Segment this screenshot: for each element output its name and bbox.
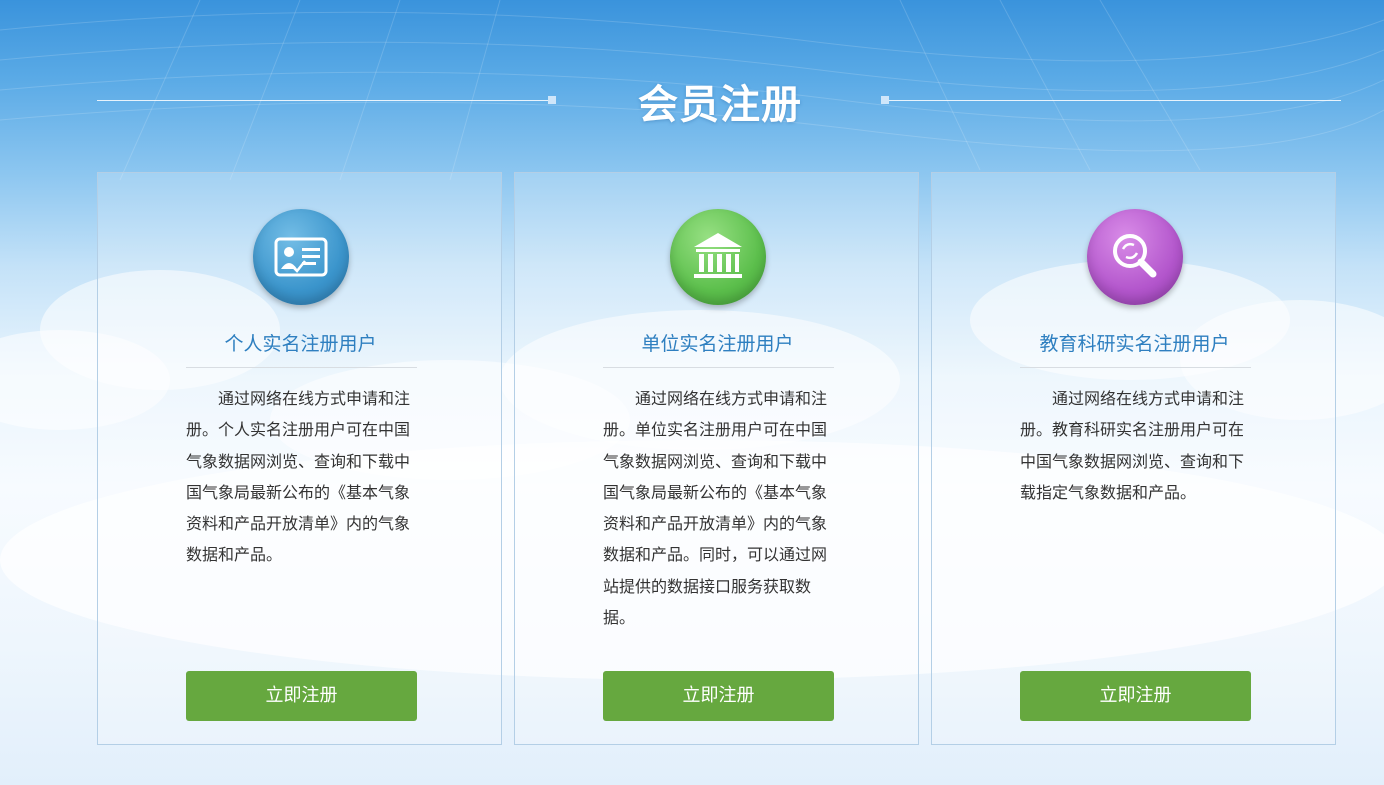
title-divider-right — [889, 100, 1341, 101]
register-now-button[interactable]: 立即注册 — [1020, 671, 1251, 721]
title-dot-right — [881, 96, 889, 104]
card-title: 单位实名注册用户 — [641, 333, 794, 355]
card-divider — [186, 367, 417, 368]
card-description: 通过网络在线方式申请和注册。个人实名注册用户可在中国气象数据网浏览、查询和下载中… — [186, 389, 411, 565]
card-description: 通过网络在线方式申请和注册。单位实名注册用户可在中国气象数据网浏览、查询和下载中… — [603, 389, 828, 628]
page-title: 会员注册 — [638, 82, 802, 128]
card-divider — [1020, 367, 1251, 368]
card-divider — [603, 367, 834, 368]
institution-building-icon — [670, 209, 766, 305]
title-divider-left — [97, 100, 550, 101]
page-header: 会员注册 — [0, 72, 1384, 132]
register-now-button[interactable]: 立即注册 — [603, 671, 834, 721]
registration-card-research: 教育科研实名注册用户 通过网络在线方式申请和注册。教育科研实名注册用户可在中国气… — [931, 172, 1336, 745]
registration-card-organization: 单位实名注册用户 通过网络在线方式申请和注册。单位实名注册用户可在中国气象数据网… — [514, 172, 919, 745]
register-now-button[interactable]: 立即注册 — [186, 671, 417, 721]
title-dot-left — [548, 96, 556, 104]
card-title: 教育科研实名注册用户 — [1039, 333, 1230, 355]
card-title: 个人实名注册用户 — [224, 333, 377, 355]
card-description: 通过网络在线方式申请和注册。教育科研实名注册用户可在中国气象数据网浏览、查询和下… — [1020, 389, 1245, 502]
registration-card-personal: 个人实名注册用户 通过网络在线方式申请和注册。个人实名注册用户可在中国气象数据网… — [97, 172, 502, 745]
research-magnifier-icon — [1087, 209, 1183, 305]
id-card-icon — [253, 209, 349, 305]
